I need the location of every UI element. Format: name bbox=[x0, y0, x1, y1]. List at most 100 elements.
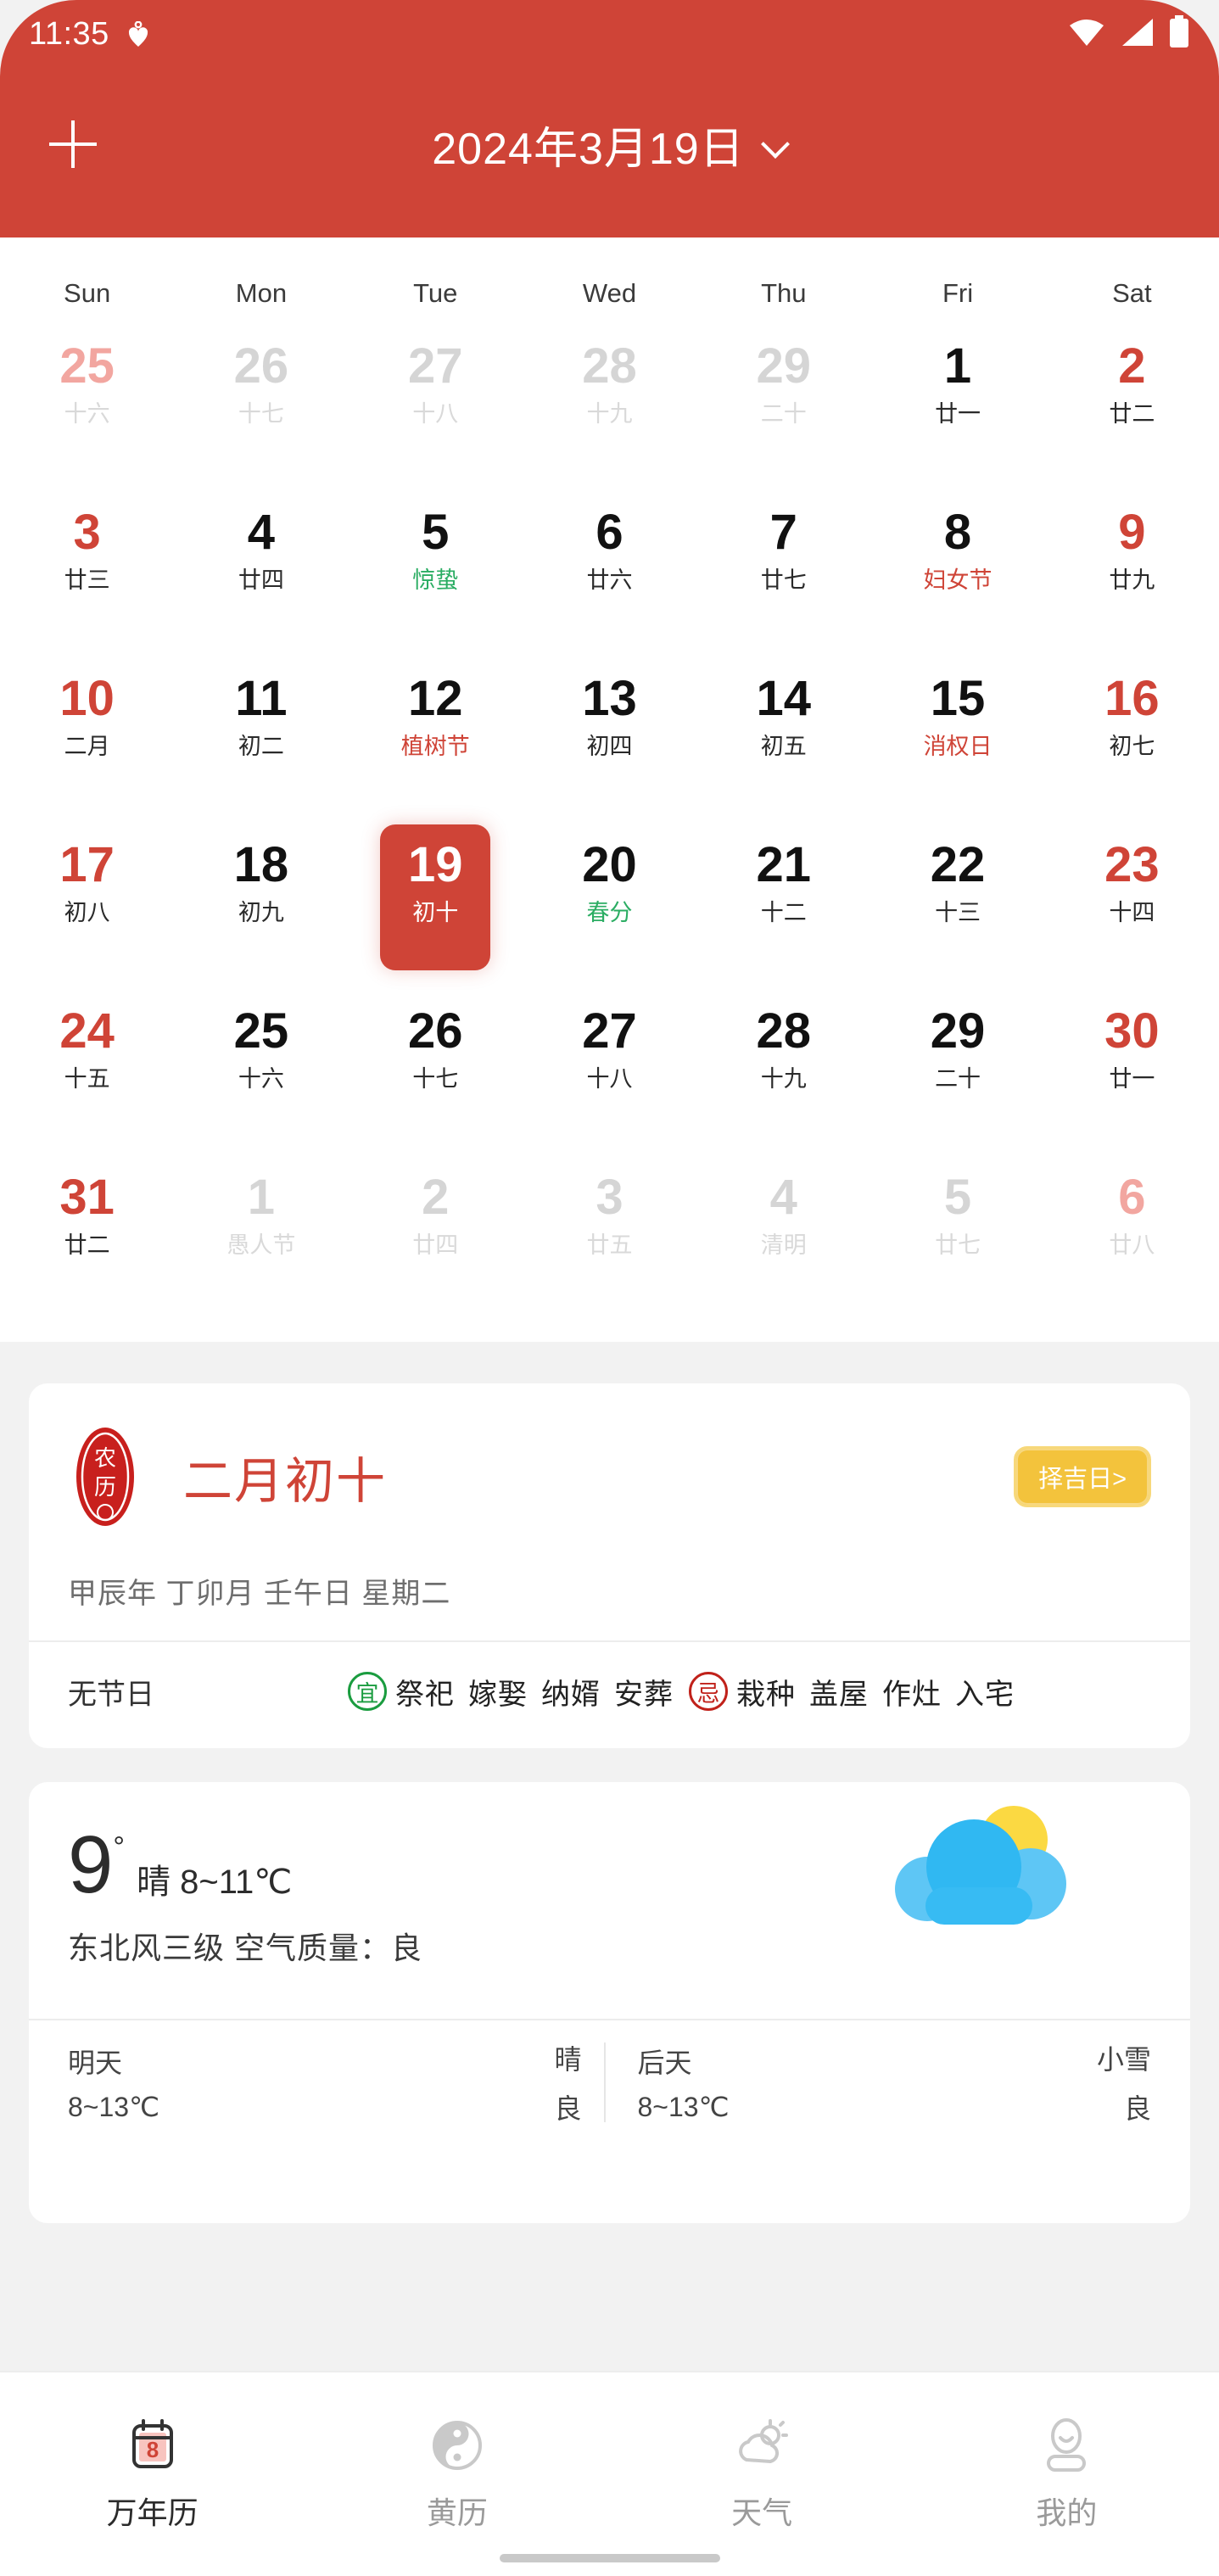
day-cell[interactable]: 23 十四 bbox=[1045, 821, 1219, 987]
weekday-thu: Thu bbox=[761, 278, 807, 308]
day-cell[interactable]: 28 十九 bbox=[696, 987, 870, 1154]
day-cell[interactable]: 21 十二 bbox=[696, 821, 870, 987]
tab-天气[interactable]: 天气 bbox=[610, 2372, 914, 2576]
day-number: 16 bbox=[1104, 671, 1160, 726]
day-lunar-label: 廿七 bbox=[760, 567, 807, 593]
day-cell[interactable]: 8 妇女节 bbox=[870, 489, 1044, 655]
bottom-tab-bar[interactable]: 8 万年历 黄历 天气 我的 bbox=[0, 2371, 1219, 2576]
ji-item: 栽种 bbox=[736, 1678, 796, 1711]
day-cell[interactable]: 27 十八 bbox=[523, 987, 696, 1154]
day-cell[interactable]: 3 廿五 bbox=[523, 1154, 696, 1320]
day-cell[interactable]: 19 初十 bbox=[349, 821, 523, 987]
lunar-card-header: 农 历 二月初十 择吉日> bbox=[29, 1383, 1190, 1570]
lunar-info-card: 农 历 二月初十 择吉日> 甲辰年 丁卯月 壬午日 星期二 无节日 宜 祭祀 嫁娶… bbox=[29, 1383, 1190, 1748]
day-lunar-label: 愚人节 bbox=[226, 1232, 296, 1258]
day-cell[interactable]: 17 初八 bbox=[0, 821, 174, 987]
add-event-button[interactable] bbox=[49, 120, 97, 168]
weather-card[interactable]: 9 ° 晴 8~11℃ 东北风三级 空气质量：良 明天 8~13℃ 晴良后天 8~13… bbox=[29, 1782, 1190, 2223]
forecast-item[interactable]: 后天 8~13℃ 小雪良 bbox=[606, 2020, 1152, 2144]
day-number: 12 bbox=[407, 671, 463, 726]
day-cell[interactable]: 18 初九 bbox=[174, 821, 348, 987]
day-cell[interactable]: 12 植树节 bbox=[349, 655, 523, 821]
day-cell[interactable]: 13 初四 bbox=[523, 655, 696, 821]
tab-黄历[interactable]: 黄历 bbox=[305, 2372, 609, 2576]
day-cell[interactable]: 25 十六 bbox=[174, 987, 348, 1154]
status-bar: 11:35 bbox=[0, 0, 1219, 68]
day-cell[interactable]: 5 惊蛰 bbox=[349, 489, 523, 655]
day-cell[interactable]: 28 十九 bbox=[523, 322, 696, 489]
day-number: 23 bbox=[1104, 837, 1160, 892]
day-number: 3 bbox=[596, 1170, 623, 1225]
weekday-sun: Sun bbox=[64, 278, 111, 308]
lucky-day-button[interactable]: 择吉日> bbox=[1014, 1446, 1151, 1507]
day-lunar-label: 廿二 bbox=[64, 1232, 110, 1258]
day-cell[interactable]: 20 春分 bbox=[523, 821, 696, 987]
day-cell[interactable]: 27 十八 bbox=[349, 322, 523, 489]
day-cell[interactable]: 26 十七 bbox=[349, 987, 523, 1154]
day-cell[interactable]: 4 廿四 bbox=[174, 489, 348, 655]
tab-label: 万年历 bbox=[106, 2495, 199, 2530]
day-cell[interactable]: 1 廿一 bbox=[870, 322, 1044, 489]
weekday-fri: Fri bbox=[942, 278, 974, 308]
day-number: 2 bbox=[422, 1170, 450, 1225]
day-cell[interactable]: 7 廿七 bbox=[696, 489, 870, 655]
day-cell[interactable]: 30 廿一 bbox=[1045, 987, 1219, 1154]
yinyang-icon bbox=[428, 2416, 487, 2475]
yi-item: 纳婿 bbox=[541, 1678, 601, 1711]
weekday-mon: Mon bbox=[235, 278, 288, 308]
day-cell[interactable]: 11 初二 bbox=[174, 655, 348, 821]
ji-item: 入宅 bbox=[955, 1678, 1015, 1711]
calendar-grid[interactable]: 25 十六 26 十七 27 十八 28 十九 29 二十 1 廿一 2 廿二 3 廿三 4 廿四 5 惊蛰 6 廿六 7 廿… bbox=[0, 322, 1219, 1320]
day-cell[interactable]: 2 廿二 bbox=[1045, 322, 1219, 489]
status-bar-right bbox=[1068, 14, 1190, 53]
svg-text:历: 历 bbox=[94, 1474, 116, 1500]
day-lunar-label: 初五 bbox=[760, 733, 807, 759]
day-cell[interactable]: 5 廿七 bbox=[870, 1154, 1044, 1320]
day-lunar-label: 二十 bbox=[935, 1065, 981, 1092]
svg-text:农: 农 bbox=[94, 1445, 116, 1471]
day-number: 1 bbox=[247, 1170, 276, 1225]
day-cell[interactable]: 29 二十 bbox=[696, 322, 870, 489]
day-cell[interactable]: 26 十七 bbox=[174, 322, 348, 489]
day-cell[interactable]: 22 十三 bbox=[870, 821, 1044, 987]
day-lunar-label: 十九 bbox=[586, 400, 633, 427]
day-cell[interactable]: 29 二十 bbox=[870, 987, 1044, 1154]
tab-万年历[interactable]: 8 万年历 bbox=[0, 2372, 305, 2576]
day-number: 28 bbox=[756, 1003, 812, 1059]
day-lunar-label: 廿五 bbox=[586, 1232, 633, 1258]
day-cell[interactable]: 24 十五 bbox=[0, 987, 174, 1154]
forecast-condition: 晴 bbox=[554, 2044, 582, 2076]
day-cell[interactable]: 10 二月 bbox=[0, 655, 174, 821]
day-cell[interactable]: 31 廿二 bbox=[0, 1154, 174, 1320]
day-cell[interactable]: 25 十六 bbox=[0, 322, 174, 489]
day-cell[interactable]: 1 愚人节 bbox=[174, 1154, 348, 1320]
weekday-tue: Tue bbox=[413, 278, 458, 308]
day-number: 11 bbox=[235, 671, 288, 726]
day-number: 2 bbox=[1118, 338, 1146, 394]
date-selector[interactable]: 2024年3月19日 bbox=[432, 113, 786, 176]
day-cell[interactable]: 4 清明 bbox=[696, 1154, 870, 1320]
day-number: 8 bbox=[943, 505, 972, 560]
day-cell[interactable]: 6 廿六 bbox=[523, 489, 696, 655]
weekday-wed: Wed bbox=[582, 278, 637, 308]
day-cell[interactable]: 15 消权日 bbox=[870, 655, 1044, 821]
forecast-day: 明天 bbox=[68, 2048, 123, 2079]
weekday-header: Sun Mon Tue Wed Thu Fri Sat bbox=[0, 256, 1219, 322]
forecast-row[interactable]: 明天 8~13℃ 晴良 后天 8~13℃ 小雪良 bbox=[29, 2020, 1190, 2144]
day-number: 25 bbox=[59, 338, 115, 394]
yiji-row[interactable]: 无节日 宜 祭祀 嫁娶 纳婿 安葬 忌 栽种 盖屋 作灶 入宅 bbox=[29, 1642, 1190, 1741]
day-cell[interactable]: 2 廿四 bbox=[349, 1154, 523, 1320]
day-lunar-label: 初七 bbox=[1109, 733, 1155, 759]
forecast-item[interactable]: 明天 8~13℃ 晴良 bbox=[68, 2020, 604, 2144]
day-number: 5 bbox=[943, 1170, 972, 1225]
ji-item: 作灶 bbox=[882, 1678, 942, 1711]
status-time: 11:35 bbox=[29, 15, 109, 52]
day-number: 3 bbox=[73, 505, 101, 560]
day-cell[interactable]: 6 廿八 bbox=[1045, 1154, 1219, 1320]
tab-我的[interactable]: 我的 bbox=[914, 2372, 1219, 2576]
day-cell[interactable]: 9 廿九 bbox=[1045, 489, 1219, 655]
day-cell[interactable]: 16 初七 bbox=[1045, 655, 1219, 821]
lunar-date-title: 二月初十 bbox=[183, 1454, 388, 1509]
day-cell[interactable]: 14 初五 bbox=[696, 655, 870, 821]
day-cell[interactable]: 3 廿三 bbox=[0, 489, 174, 655]
